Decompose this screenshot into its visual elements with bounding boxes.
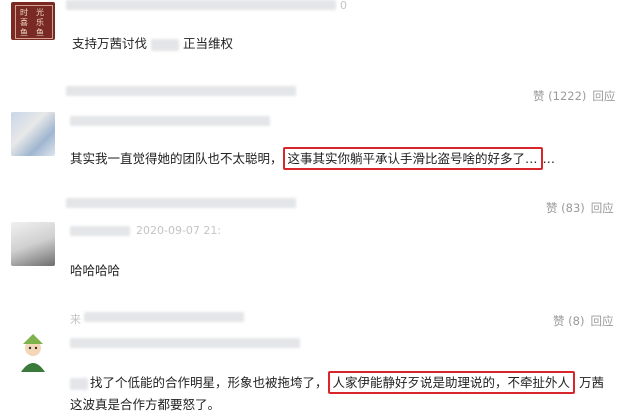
user-avatar[interactable] (11, 332, 55, 376)
blurred-username (66, 0, 336, 10)
timestamp: 2020-09-07 21: (136, 224, 222, 237)
blurred-username (70, 338, 300, 348)
cartoon-character-icon (21, 334, 45, 372)
comment-actions: 赞 (1222) 回应 (533, 88, 615, 104)
user-avatar[interactable] (11, 222, 55, 266)
comment-text-line2: 这波真是合作方都要怒了。 (70, 397, 221, 412)
like-button[interactable]: 赞 (1222) (533, 89, 586, 103)
blurred-username (70, 116, 270, 126)
reply-button[interactable]: 回应 (591, 201, 614, 215)
comment-text: 其实我一直觉得她的团队也不太聪明， 这事其实你躺平承认手滑比盗号啥的好多了…… (70, 147, 555, 170)
highlight-box: 人家伊能静好歹说是助理说的，不牵扯外人 (327, 371, 576, 394)
like-button[interactable]: 赞 (8) (553, 314, 584, 328)
blurred-username (70, 226, 130, 236)
blurred-username (66, 86, 296, 96)
blurred-username (66, 198, 296, 208)
like-button[interactable]: 赞 (83) (546, 201, 585, 215)
comment-text: 找了个低能的合作明星，形象也被拖垮了， 人家伊能静好歹说是助理说的，不牵扯外人 万茜 (70, 371, 604, 394)
highlight-box: 这事其实你躺平承认手滑比盗号啥的好多了… (282, 147, 543, 170)
meta-fragment: 来 (70, 313, 81, 326)
comment-actions: 赞 (83) 回应 (546, 200, 614, 216)
timestamp-fragment: 0 (340, 0, 347, 12)
comment-actions: 赞 (8) 回应 (553, 313, 613, 329)
seal-logo: 时 光 喜 乐 鱼 鱼 (15, 5, 53, 39)
user-avatar[interactable] (11, 112, 55, 156)
reply-button[interactable]: 回应 (592, 89, 615, 103)
comment-text: 哈哈哈哈 (70, 263, 121, 278)
reply-button[interactable]: 回应 (590, 314, 613, 328)
user-avatar[interactable]: 时 光 喜 乐 鱼 鱼 (11, 2, 55, 40)
blurred-username (84, 312, 244, 322)
comment-text: 支持万茜讨伐 正当维权 (72, 36, 234, 51)
